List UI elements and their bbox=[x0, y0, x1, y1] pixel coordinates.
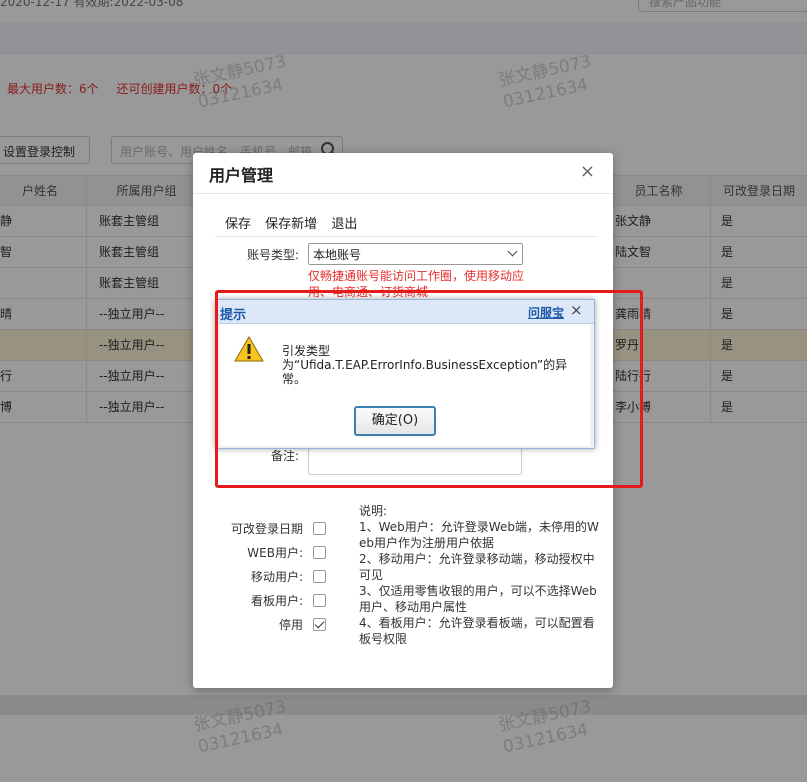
option-label: WEB用户: bbox=[247, 546, 303, 560]
option-checkbox[interactable] bbox=[313, 570, 326, 583]
option-label: 看板用户: bbox=[250, 594, 303, 608]
annotation-frame bbox=[215, 290, 643, 488]
notes-title: 说明: bbox=[359, 504, 388, 518]
note-item: 3、仅适用零售收银的用户，可以不选择Web用户、移动用户属性 bbox=[359, 584, 597, 614]
notes-panel: 说明: 1、Web用户：允许登录Web端，未停用的Web用户作为注册用户依据 2… bbox=[359, 503, 599, 647]
exit-button[interactable]: 退出 bbox=[331, 217, 357, 232]
option-label: 可改登录日期 bbox=[230, 522, 303, 536]
account-type-value: 本地账号 bbox=[313, 248, 362, 262]
option-checkbox[interactable] bbox=[313, 594, 326, 607]
option-checkbox[interactable] bbox=[313, 522, 326, 535]
account-type-label: 账号类型: bbox=[246, 248, 299, 262]
note-item: 1、Web用户：允许登录Web端，未停用的Web用户作为注册用户依据 bbox=[359, 520, 599, 550]
divider bbox=[215, 236, 597, 237]
note-item: 2、移动用户：允许登录移动端，移动授权中可见 bbox=[359, 552, 595, 582]
option-checkbox[interactable] bbox=[313, 546, 326, 559]
option-checkbox[interactable] bbox=[313, 618, 326, 631]
account-type-select[interactable]: 本地账号 bbox=[308, 243, 523, 265]
note-item: 4、看板用户：允许登录看板端，可以配置看板号权限 bbox=[359, 616, 595, 646]
divider bbox=[193, 193, 613, 194]
option-label: 移动用户: bbox=[250, 570, 303, 584]
dialog-title: 用户管理 bbox=[209, 166, 274, 185]
close-icon[interactable]: × bbox=[580, 162, 595, 182]
save-new-button[interactable]: 保存新增 bbox=[265, 217, 317, 232]
chevron-down-icon bbox=[507, 246, 518, 257]
dialog-toolbar: 保存 保存新增 退出 bbox=[225, 213, 367, 232]
option-label: 停用 bbox=[278, 618, 303, 632]
save-button[interactable]: 保存 bbox=[225, 217, 251, 232]
